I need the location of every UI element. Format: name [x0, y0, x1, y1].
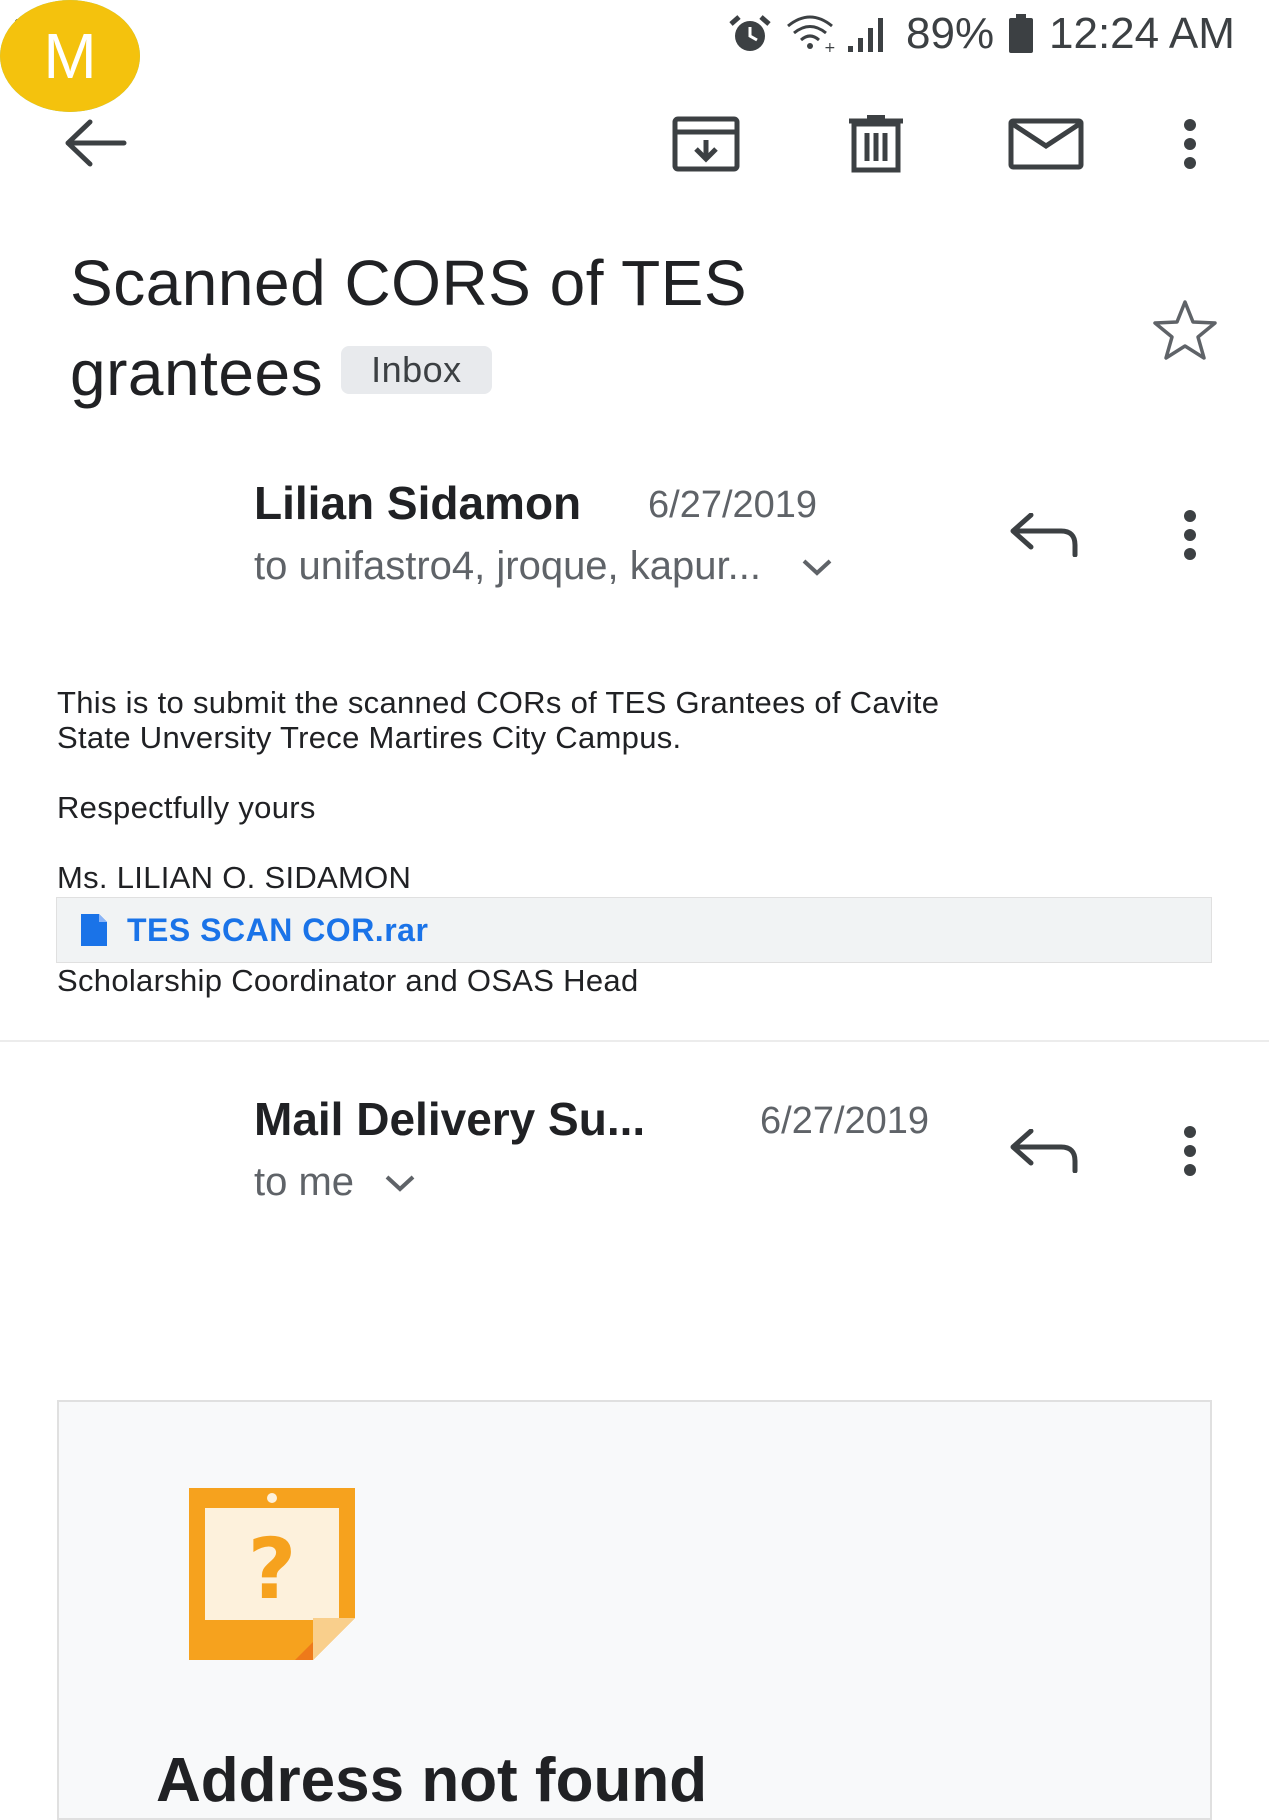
clock: 12:24 AM	[1049, 9, 1235, 58]
more-vert-icon	[1182, 1125, 1198, 1182]
archive-icon	[672, 116, 740, 177]
bounce-notice-card: ? Address not found	[57, 1400, 1212, 1820]
message-date: 6/27/2019	[648, 484, 818, 526]
status-bar: + 89% 12:24 AM	[0, 0, 1269, 72]
avatar-letter: M	[43, 20, 97, 92]
archive-button[interactable]	[666, 110, 746, 182]
signature-name: Ms. LILIAN O. SIDAMON	[57, 860, 412, 895]
more-vert-icon	[1182, 509, 1198, 566]
inbox-label[interactable]: Inbox	[341, 346, 492, 395]
attachment-name: TES SCAN COR.rar	[127, 911, 429, 948]
chevron-down-icon	[801, 557, 833, 577]
delete-icon	[847, 114, 905, 178]
alarm-icon	[728, 14, 772, 54]
star-icon	[1152, 299, 1218, 366]
reply-icon	[1009, 1128, 1079, 1178]
svg-text:?: ?	[248, 1520, 297, 1618]
message-more-button[interactable]	[1170, 1121, 1210, 1185]
back-button[interactable]	[56, 110, 136, 180]
more-options-button[interactable]	[1170, 110, 1210, 182]
attachment-chip[interactable]: TES SCAN COR.rar	[56, 897, 1212, 963]
mark-unread-button[interactable]	[1004, 110, 1088, 182]
reply-icon	[1009, 512, 1079, 562]
signature-title: Scholarship Coordinator and OSAS Head	[57, 963, 639, 998]
more-vert-icon	[1182, 118, 1198, 175]
recipients-text: to me	[254, 1160, 355, 1204]
battery-icon	[1006, 14, 1036, 54]
body-line-2: State Unversity Trece Martires City Camp…	[57, 720, 682, 755]
body-line-1: This is to submit the scanned CORs of TE…	[57, 685, 940, 720]
delete-button[interactable]	[836, 110, 916, 182]
back-arrow-icon	[64, 118, 128, 173]
battery-percent: 89%	[906, 9, 995, 58]
recipients-toggle[interactable]: to unifastro4, jroque, kapur...	[254, 544, 833, 589]
file-icon	[79, 912, 109, 948]
message-date: 6/27/2019	[760, 1100, 930, 1142]
svg-text:+: +	[824, 40, 836, 54]
bounce-title: Address not found	[156, 1746, 708, 1815]
question-doc-icon: ?	[187, 1486, 357, 1667]
email-subject: Scanned CORS of TES grantees Inbox	[70, 238, 1110, 418]
signal-icon	[846, 14, 892, 54]
recipients-text: to unifastro4, jroque, kapur...	[254, 544, 761, 588]
body-closing: Respectfully yours	[57, 790, 316, 825]
avatar: M	[0, 0, 140, 112]
recipients-toggle[interactable]: to me	[254, 1160, 416, 1205]
divider	[0, 1040, 1269, 1042]
chevron-down-icon	[384, 1173, 416, 1193]
wifi-icon: +	[784, 14, 844, 54]
star-button[interactable]	[1148, 295, 1222, 369]
sender-name[interactable]: Lilian Sidamon	[254, 476, 581, 530]
message-more-button[interactable]	[1170, 505, 1210, 569]
reply-button[interactable]	[1004, 1121, 1084, 1185]
reply-button[interactable]	[1004, 505, 1084, 569]
mark-unread-icon	[1008, 118, 1084, 175]
subject-line-2: grantees	[70, 337, 324, 409]
sender-name[interactable]: Mail Delivery Su...	[254, 1092, 645, 1146]
subject-line-1: Scanned CORS of TES	[70, 247, 748, 319]
